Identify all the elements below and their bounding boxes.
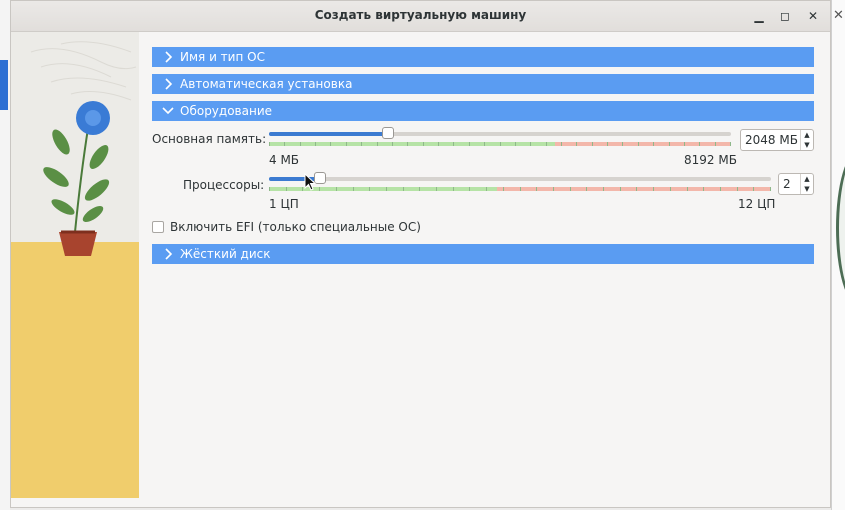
cpu-spinbox[interactable]: 2 ▲ ▼ (778, 173, 814, 195)
section-unattended[interactable]: Автоматическая установка (152, 74, 814, 94)
memory-value: 2048 МБ (745, 133, 798, 147)
cpu-spin-arrows-icon[interactable]: ▲ ▼ (800, 174, 813, 194)
title-bar[interactable]: Создать виртуальную машину ▁ ◻ ✕ (11, 1, 830, 32)
chevron-right-icon (165, 78, 173, 90)
close-icon[interactable]: ✕ (803, 6, 823, 26)
memory-slider-handle[interactable] (382, 127, 394, 139)
efi-checkbox-label[interactable]: Включить EFI (только специальные ОС) (170, 220, 421, 234)
memory-label: Основная память: (152, 132, 267, 146)
memory-min-label: 4 МБ (269, 153, 300, 167)
background-window-right: ✕ (831, 0, 845, 510)
create-vm-dialog: Создать виртуальную машину ▁ ◻ ✕ Имя и т… (10, 0, 831, 508)
cpu-slider[interactable] (269, 172, 771, 192)
cpu-max-label: 12 ЦП (738, 197, 776, 211)
section-unattended-label: Автоматическая установка (180, 77, 353, 91)
window-title: Создать виртуальную машину (314, 8, 527, 22)
chevron-right-icon (165, 51, 173, 63)
background-window-left (0, 0, 10, 510)
memory-slider[interactable] (269, 127, 731, 147)
section-hardware-label: Оборудование (180, 104, 272, 118)
cpu-slider-track (269, 177, 771, 181)
section-name-os[interactable]: Имя и тип ОС (152, 47, 814, 67)
wizard-illustration (11, 32, 139, 498)
cpu-label: Процессоры: (183, 178, 265, 192)
background-accent (0, 60, 8, 110)
memory-spin-arrows-icon[interactable]: ▲ ▼ (800, 130, 813, 150)
maximize-icon[interactable]: ◻ (775, 6, 795, 26)
minimize-icon[interactable]: ▁ (749, 6, 769, 26)
section-hard-disk[interactable]: Жёсткий диск (152, 244, 814, 264)
memory-slider-fill (269, 132, 388, 136)
chevron-down-icon (162, 107, 174, 115)
background-ring-graphic (836, 150, 845, 306)
slider-ticks (269, 142, 731, 146)
section-name-os-label: Имя и тип ОС (180, 50, 265, 64)
memory-spinbox[interactable]: 2048 МБ ▲ ▼ (740, 129, 814, 151)
efi-checkbox[interactable] (152, 221, 164, 233)
background-close-icon[interactable]: ✕ (833, 8, 844, 23)
section-hardware[interactable]: Оборудование (152, 101, 814, 121)
cpu-min-label: 1 ЦП (269, 197, 299, 211)
mouse-pointer-icon (304, 173, 317, 191)
chevron-right-icon (165, 248, 173, 260)
memory-max-label: 8192 МБ (684, 153, 737, 167)
slider-ticks (269, 187, 771, 191)
cpu-value: 2 (783, 177, 791, 191)
section-hard-disk-label: Жёсткий диск (180, 247, 271, 261)
